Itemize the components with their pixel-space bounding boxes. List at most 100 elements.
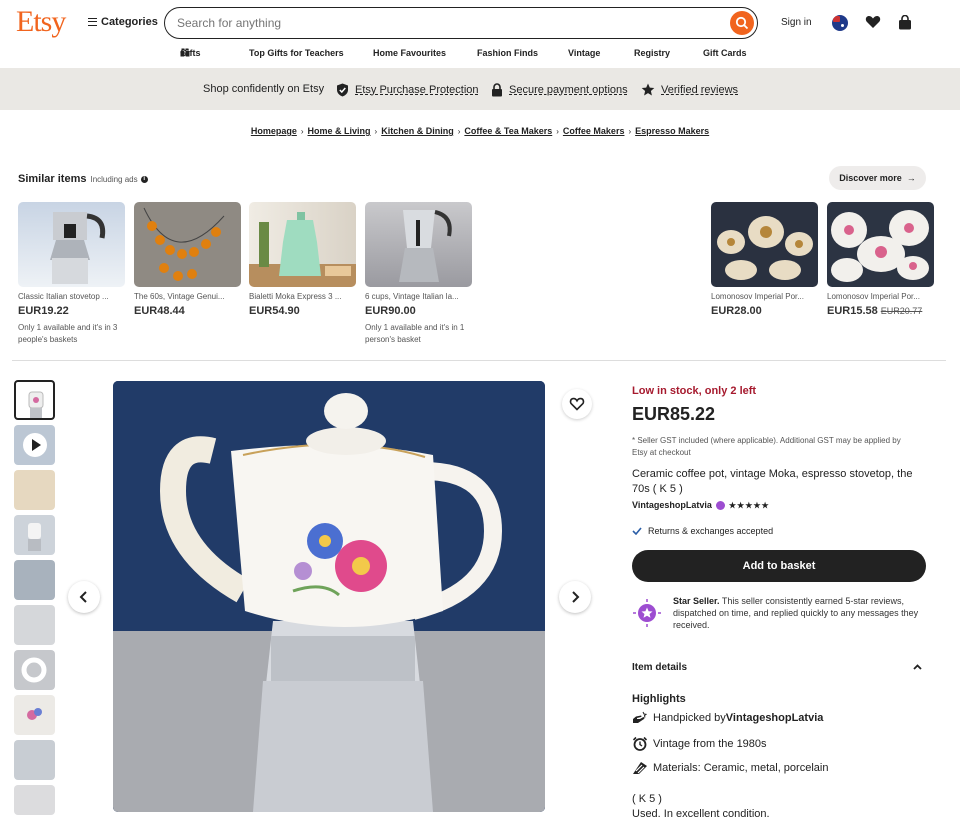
floral-porcelain-image: [831, 210, 929, 282]
pot-thumb-image: [28, 391, 44, 418]
item-old-price: EUR20.77: [880, 306, 923, 316]
item-price: EUR90.00: [365, 305, 416, 317]
sign-in-link[interactable]: Sign in: [781, 17, 812, 28]
returns-label: Returns & exchanges accepted: [648, 526, 774, 536]
item-details-toggle[interactable]: Item details: [632, 662, 926, 673]
similar-item-card[interactable]: Bialetti Moka Express 3 ... EUR54.90: [249, 202, 356, 317]
similar-item-card[interactable]: Lomonosov Imperial Por... EUR15.58 EUR20.…: [827, 202, 934, 317]
secure-payment-link[interactable]: Secure payment options: [491, 83, 628, 97]
breadcrumb-espresso-makers[interactable]: Espresso Makers: [635, 126, 709, 136]
favorites-heart-icon[interactable]: [865, 15, 881, 29]
similar-item-card[interactable]: The 60s, Vintage Genui... EUR48.44: [134, 202, 241, 317]
nav-item-top-gifts-teachers[interactable]: Top Gifts for Teachers: [249, 48, 344, 58]
item-price-block: EUR15.58 EUR20.77: [827, 305, 934, 317]
tea-set-image: [717, 216, 813, 280]
purchase-protection-link[interactable]: Etsy Purchase Protection: [336, 83, 479, 97]
discover-more-button[interactable]: Discover more →: [829, 166, 926, 190]
star-seller-badge-icon: [715, 500, 725, 510]
item-title: Lomonosov Imperial Por...: [711, 292, 804, 301]
thumbnail-1[interactable]: [14, 380, 55, 420]
cart-bag-icon[interactable]: [898, 15, 912, 30]
pot-thumb-image: [28, 523, 41, 551]
search-input[interactable]: [177, 16, 717, 30]
item-price: EUR28.00: [711, 305, 762, 317]
rating-stars[interactable]: ★★★★★: [729, 501, 770, 510]
chrome-moka-image: [399, 210, 452, 282]
info-icon[interactable]: i: [140, 175, 148, 183]
thumbnail-7[interactable]: [14, 650, 55, 690]
categories-button[interactable]: Categories: [88, 16, 158, 28]
add-to-basket-button[interactable]: Add to basket: [632, 550, 926, 582]
categories-label: Categories: [101, 16, 158, 28]
nav-item-gifts[interactable]: Gifts: [180, 48, 201, 58]
thumbnail-10[interactable]: [14, 785, 55, 815]
chevron-right-icon: ›: [556, 127, 559, 136]
description-code: ( K 5 ): [632, 793, 662, 805]
similar-item-card[interactable]: 6 cups, Vintage Italian la... EUR90.00 O…: [365, 202, 472, 346]
product-thumbnail: [134, 202, 241, 287]
highlight-vintage: Vintage from the 1980s: [632, 736, 767, 751]
favorite-button[interactable]: [562, 389, 592, 419]
breadcrumb-coffee-tea-makers[interactable]: Coffee & Tea Makers: [464, 126, 552, 136]
item-details-label: Item details: [632, 662, 688, 673]
item-title: 6 cups, Vintage Italian la...: [365, 292, 459, 301]
similar-item-card[interactable]: Classic Italian stovetop ... EUR19.22 On…: [18, 202, 125, 346]
product-thumbnail: [18, 202, 125, 287]
etsy-logo[interactable]: Etsy: [16, 5, 66, 39]
similar-item-card[interactable]: Lomonosov Imperial Por... EUR28.00: [711, 202, 818, 317]
next-image-button[interactable]: [559, 581, 591, 613]
main-product-image[interactable]: [113, 381, 545, 812]
flower-thumb-image: [27, 708, 42, 720]
check-icon: [632, 527, 642, 535]
hand-icon: [633, 711, 648, 723]
returns-row: Returns & exchanges accepted: [632, 526, 773, 536]
product-thumbnail: [365, 202, 472, 287]
item-price: EUR54.90: [249, 305, 300, 317]
materials-label: Materials: Ceramic, metal, porcelain: [653, 762, 829, 774]
breadcrumb-home-living[interactable]: Home & Living: [308, 126, 371, 136]
section-divider: [12, 360, 946, 361]
region-flag-icon[interactable]: [832, 15, 848, 31]
handpicked-shop[interactable]: VintageshopLatvia: [726, 712, 824, 724]
breadcrumb-homepage[interactable]: Homepage: [251, 126, 297, 136]
shield-check-icon: [337, 83, 348, 97]
breadcrumb-coffee-makers[interactable]: Coffee Makers: [563, 126, 625, 136]
product-thumbnail: [249, 202, 356, 287]
breadcrumb: Homepage › Home & Living › Kitchen & Dining ›…: [0, 126, 960, 136]
top-nav: Gifts Top Gifts for Teachers Home Favour…: [0, 48, 960, 62]
breadcrumb-kitchen-dining[interactable]: Kitchen & Dining: [381, 126, 454, 136]
thumbnail-3[interactable]: [14, 470, 55, 510]
trust-lead-text: Shop confidently on Etsy: [203, 83, 325, 95]
nav-item-gift-cards[interactable]: Gift Cards: [703, 48, 747, 58]
star-seller-info: Star Seller. This seller consistently ea…: [632, 595, 926, 631]
search-bar: [164, 7, 758, 39]
seller-name-link[interactable]: VintageshopLatvia: [632, 500, 712, 510]
thumbnail-5[interactable]: [14, 560, 55, 600]
thumbnail-9[interactable]: [14, 740, 55, 780]
nav-item-home-favourites[interactable]: Home Favourites: [373, 48, 446, 58]
item-title: Lomonosov Imperial Por...: [827, 292, 920, 301]
verified-reviews-link[interactable]: Verified reviews: [641, 83, 738, 96]
thumbnail-6[interactable]: [14, 605, 55, 645]
verified-reviews-label: Verified reviews: [661, 83, 739, 96]
vintage-label: Vintage from the 1980s: [653, 737, 767, 750]
item-title: The 60s, Vintage Genui...: [134, 292, 225, 301]
search-button[interactable]: [730, 11, 754, 35]
item-title: Bialetti Moka Express 3 ...: [249, 292, 342, 301]
play-triangle: [32, 439, 41, 451]
thumbnail-8[interactable]: [14, 695, 55, 735]
lock-icon: [492, 83, 502, 97]
stock-status: Low in stock, only 2 left: [632, 385, 757, 397]
thumbnail-4[interactable]: [14, 515, 55, 555]
previous-image-button[interactable]: [68, 581, 100, 613]
highlight-handpicked: Handpicked by VintageshopLatvia: [632, 711, 823, 725]
chevron-right-icon: ›: [628, 127, 632, 136]
thumbnail-video[interactable]: [14, 425, 55, 465]
star-seller-title: Star Seller.: [673, 596, 720, 606]
item-note: Only 1 available and it's in 1 person's …: [365, 323, 465, 344]
secure-payment-label: Secure payment options: [509, 84, 628, 96]
nav-item-registry[interactable]: Registry: [634, 48, 670, 58]
nav-item-vintage[interactable]: Vintage: [568, 48, 600, 58]
nav-item-fashion-finds[interactable]: Fashion Finds: [477, 48, 538, 58]
trust-bar: Shop confidently on Etsy Etsy Purchase P…: [0, 68, 960, 110]
